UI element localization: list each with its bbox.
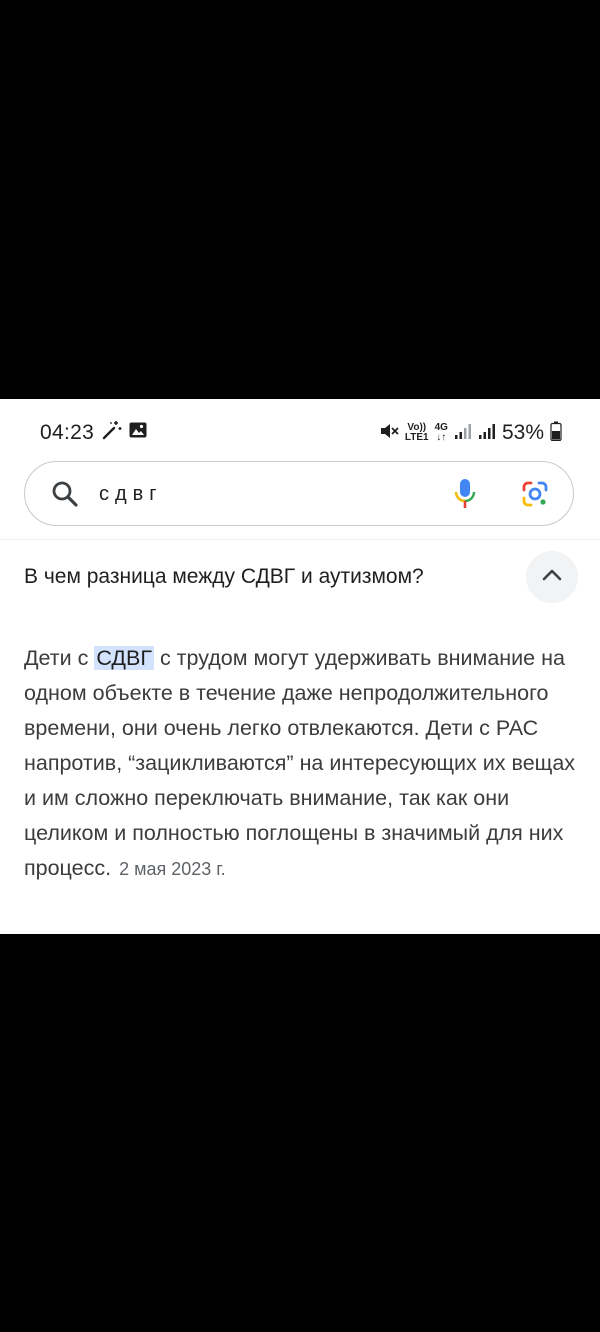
status-time: 04:23 (40, 421, 95, 444)
answer-highlighted-term: СДВГ (94, 646, 154, 670)
lte-label: LTE1 (404, 432, 429, 443)
google-lens-icon[interactable] (521, 480, 549, 513)
answer-text-rest: с трудом могут удерживать внимание на од… (24, 646, 576, 880)
voice-search-icon[interactable] (453, 478, 477, 515)
search-icon[interactable] (51, 480, 79, 513)
battery-percent: 53% (501, 421, 544, 444)
screen: 04:23 Vo)) LTE1 4G ↓↑ 53% сдвг В чем раз… (0, 399, 600, 934)
answer-snippet: Дети с СДВГ с трудом могут удерживать вн… (24, 641, 584, 887)
answer-text-start: Дети с (24, 646, 95, 670)
battery-icon (550, 421, 562, 446)
search-bar[interactable]: сдвг (24, 461, 574, 526)
divider (0, 539, 600, 540)
data-arrows-icon: ↓↑ (436, 432, 447, 443)
signal-strength-icon (454, 422, 472, 445)
signal-strength-2-icon (478, 422, 496, 445)
mute-icon (379, 421, 399, 446)
related-question-title[interactable]: В чем разница между СДВГ и аутизмом? (24, 565, 424, 589)
magic-wand-icon (100, 419, 122, 446)
status-bar: 04:23 Vo)) LTE1 4G ↓↑ 53% (0, 399, 600, 465)
status-right-icons: Vo)) LTE1 4G ↓↑ 53% (379, 421, 562, 445)
chevron-up-icon (541, 568, 563, 587)
search-input[interactable]: сдвг (99, 483, 163, 506)
network-type-indicator: 4G ↓↑ (435, 423, 448, 443)
gallery-icon (128, 420, 148, 445)
answer-date: 2 мая 2023 г. (119, 859, 226, 879)
collapse-button[interactable] (526, 551, 578, 603)
status-left-icons (100, 419, 148, 446)
volte-indicator: Vo)) LTE1 (405, 423, 429, 443)
